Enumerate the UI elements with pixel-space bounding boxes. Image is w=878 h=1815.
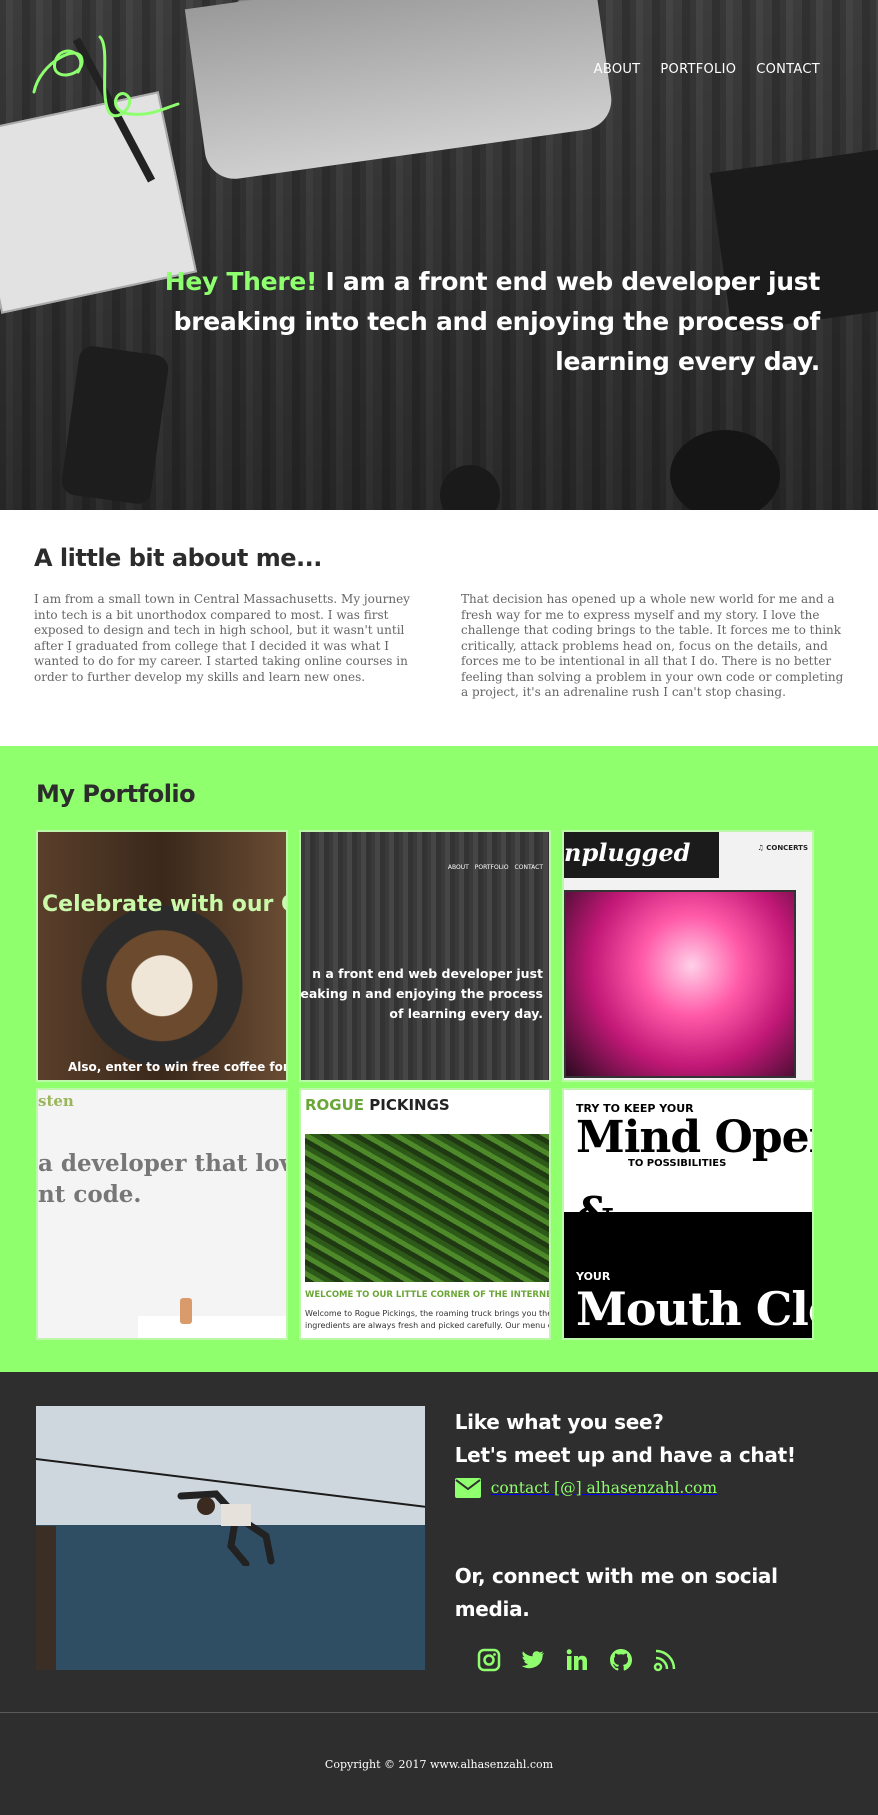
contact-heading-1: Like what you see? [454, 1410, 664, 1434]
mini-nav-contact: CONTACT [514, 864, 543, 871]
rogue-brand-black: PICKINGS [364, 1096, 450, 1114]
logo[interactable] [30, 32, 180, 136]
climber-figure [177, 1490, 275, 1566]
pinecone-image [440, 465, 500, 510]
nav-portfolio[interactable]: PORTFOLIO [660, 62, 736, 77]
about-paragraph-2: That decision has opened up a whole new … [461, 592, 844, 699]
nav-about[interactable]: ABOUT [594, 62, 641, 77]
developer-logo-text: sten [38, 1092, 74, 1110]
linkedin-icon [566, 1649, 587, 1670]
concerts-label: ♫ CONCERTS [757, 844, 808, 852]
about-section: A little bit about me... I am from a sma… [0, 510, 878, 746]
mind-line-c: TO POSSIBILITIES [628, 1158, 727, 1169]
portfolio-section: My Portfolio Celebrate with our C Also, … [0, 746, 878, 1372]
rogue-brand-green: ROGUE [305, 1096, 365, 1114]
portfolio-grid: Celebrate with our C Also, enter to win … [36, 830, 842, 1340]
hero-headline: Hey There! I am a front end web develope… [120, 262, 821, 382]
envelope-icon [454, 1478, 481, 1498]
hero-greeting: Hey There! [164, 267, 318, 296]
copyright-text: Copyright © 2017 www.alhasenzahl.com [324, 1757, 554, 1771]
portfolio-tile-coffee[interactable]: Celebrate with our C Also, enter to win … [36, 830, 288, 1082]
hero-section: ABOUT PORTFOLIO CONTACT Hey There! I am … [0, 0, 878, 510]
coffee-caption: Celebrate with our C [42, 892, 288, 917]
linkedin-link[interactable] [565, 1648, 589, 1672]
github-icon [609, 1649, 632, 1671]
portfolio-tile-unplugged[interactable]: nplugged ♫ CONCERTS [562, 830, 814, 1082]
instagram-icon [477, 1648, 500, 1672]
about-paragraph-1: I am from a small town in Central Massac… [34, 592, 410, 684]
portfolio-tile-rogue-pickings[interactable]: ROGUE PICKINGS WELCOME TO OUR LITTLE COR… [299, 1088, 551, 1340]
about-title: A little bit about me... [34, 544, 322, 572]
contact-heading-2: Let's meet up and have a chat! [454, 1443, 796, 1467]
email-text: contact [@] alhasenzahl.com [490, 1479, 718, 1497]
portfolio-tile-mind-open[interactable]: TRY TO KEEP YOUR Mind Open TO POSSIBILIT… [562, 1088, 814, 1340]
social-heading: Or, connect with me on social media. [454, 1564, 778, 1621]
coffee-subcaption: Also, enter to win free coffee for a [68, 1060, 288, 1074]
rogue-welcome: WELCOME TO OUR LITTLE CORNER OF THE INTE… [305, 1290, 551, 1300]
portfolio-title: My Portfolio [36, 780, 196, 808]
vase-image [180, 1298, 192, 1324]
rogue-brand: ROGUE PICKINGS [305, 1096, 450, 1114]
slackline-photo [36, 1406, 425, 1670]
github-link[interactable] [609, 1648, 633, 1672]
bottle-image [670, 430, 780, 510]
main-nav: ABOUT PORTFOLIO CONTACT [594, 62, 820, 77]
table-image [138, 1316, 286, 1338]
footer: Copyright © 2017 www.alhasenzahl.com [0, 1712, 878, 1815]
hero-period: . [810, 347, 821, 376]
green-beans-photo [305, 1134, 549, 1282]
social-links [455, 1648, 842, 1672]
portfolio-tile-personal-site[interactable]: ABOUT PORTFOLIO CONTACT n a front end we… [299, 830, 551, 1082]
unplugged-header: nplugged [564, 832, 719, 878]
unplugged-title: nplugged [564, 838, 691, 867]
rock-image [36, 1526, 56, 1670]
contact-info: Like what you see? Let's meet up and hav… [454, 1406, 842, 1712]
concert-photo [564, 890, 796, 1078]
twitter-link[interactable] [521, 1648, 545, 1672]
twitter-icon [521, 1651, 544, 1669]
mind-line-b: Mind Open [576, 1112, 814, 1163]
mini-hero-text: n a front end web developer just breakin… [299, 966, 543, 1021]
signature-logo-icon [32, 35, 180, 118]
developer-line-1: a developer that love [38, 1150, 288, 1177]
mind-line-e: Mouth Clo [576, 1282, 814, 1336]
rogue-body-line-2: ingredients are always fresh and picked … [305, 1321, 551, 1330]
rogue-body-line-1: Welcome to Rogue Pickings, the roaming t… [305, 1309, 551, 1318]
mind-ampersand: & [576, 1188, 614, 1237]
nav-contact[interactable]: CONTACT [756, 62, 820, 77]
about-columns: I am from a small town in Central Massac… [34, 592, 844, 701]
mini-nav-about: ABOUT [447, 864, 469, 871]
email-link[interactable]: contact [@] alhasenzahl.com [454, 1478, 842, 1498]
portfolio-tile-developer[interactable]: sten a developer that love nt code. [36, 1088, 288, 1340]
developer-line-2: nt code. [38, 1181, 142, 1208]
instagram-link[interactable] [477, 1648, 501, 1672]
rss-link[interactable] [653, 1648, 677, 1672]
mini-nav: ABOUT PORTFOLIO CONTACT [448, 864, 543, 871]
rogue-body: Welcome to Rogue Pickings, the roaming t… [305, 1308, 551, 1332]
developer-headline: a developer that love nt code. [38, 1148, 288, 1210]
contact-section: Like what you see? Let's meet up and hav… [0, 1372, 878, 1712]
laptop-image [184, 0, 616, 183]
rss-icon [653, 1649, 675, 1672]
mini-nav-portfolio: PORTFOLIO [474, 864, 509, 871]
